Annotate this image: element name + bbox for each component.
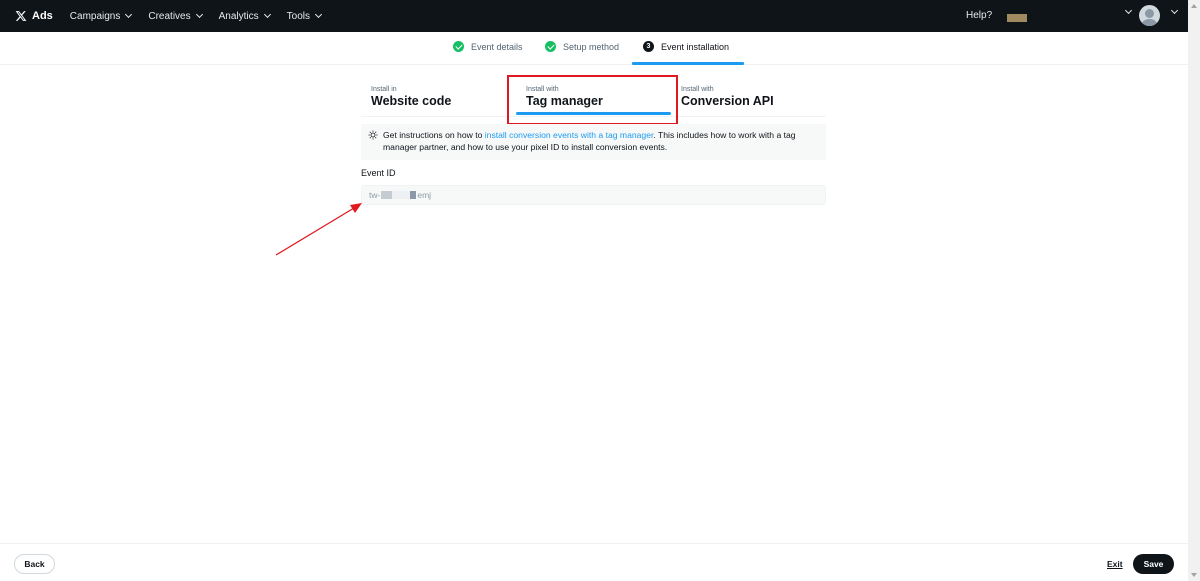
redacted-block [392, 191, 411, 199]
account-switcher-chevron-icon[interactable] [1124, 6, 1133, 15]
event-id-suffix: emj [417, 190, 432, 200]
tab-conversion-api[interactable]: Install with Conversion API [681, 86, 774, 108]
event-id-prefix: tw- [369, 190, 381, 200]
annotation-highlight-box [507, 75, 678, 125]
check-circle-icon [453, 41, 464, 52]
footer-bar: Back Exit Save [0, 543, 1188, 581]
nav-tools[interactable]: Tools [286, 10, 323, 22]
nav-creatives[interactable]: Creatives [148, 10, 203, 22]
step-number-badge: 3 [643, 41, 654, 52]
step-event-details[interactable]: Event details [453, 41, 523, 52]
save-button[interactable]: Save [1133, 554, 1174, 574]
scroll-up-arrow-icon[interactable] [1191, 4, 1197, 8]
nav-creatives-label: Creatives [148, 10, 191, 22]
avatar-body-icon [1142, 19, 1157, 26]
event-id-label: Event ID [361, 168, 396, 178]
tab-title: Conversion API [681, 94, 774, 108]
step-label: Event details [471, 41, 523, 52]
chevron-down-icon [263, 10, 271, 19]
tag-manager-instructions-link[interactable]: install conversion events with a tag man… [485, 130, 654, 140]
step-setup-method[interactable]: Setup method [545, 41, 619, 52]
redacted-block [410, 191, 417, 199]
profile-menu-chevron-icon[interactable] [1170, 6, 1179, 15]
check-circle-icon [545, 41, 556, 52]
top-nav: Ads Campaigns Creatives Analytics Tools … [0, 0, 1188, 32]
tab-subtitle: Install in [371, 86, 397, 93]
x-logo-icon [15, 11, 27, 21]
active-step-indicator [632, 62, 744, 65]
brand-text: Ads [32, 10, 53, 22]
tab-website-code[interactable]: Install in Website code [371, 86, 451, 108]
vertical-scrollbar[interactable] [1188, 0, 1200, 581]
tab-subtitle: Install with [681, 86, 714, 93]
progress-stepper: Event details Setup method 3 Event insta… [0, 32, 1188, 65]
nav-tools-label: Tools [286, 10, 310, 22]
chevron-down-icon [314, 10, 323, 19]
avatar-head-icon [1145, 9, 1154, 18]
scroll-down-arrow-icon[interactable] [1191, 573, 1197, 577]
nav-campaigns-label: Campaigns [69, 10, 121, 22]
account-name-redacted [1007, 14, 1027, 22]
tab-title: Website code [371, 94, 452, 108]
chevron-down-icon [125, 10, 133, 19]
step-label: Event installation [661, 41, 730, 52]
nav-analytics[interactable]: Analytics [218, 10, 271, 22]
info-text-prefix: Get instructions on how to [383, 130, 485, 140]
step-event-installation[interactable]: 3 Event installation [643, 41, 729, 52]
nav-analytics-label: Analytics [218, 10, 259, 22]
step-label: Setup method [563, 41, 620, 52]
annotation-arrow-icon [275, 203, 362, 256]
redacted-block [381, 191, 393, 199]
back-button[interactable]: Back [14, 554, 55, 574]
lightbulb-icon [368, 130, 378, 140]
info-banner: Get instructions on how to install conve… [361, 124, 826, 160]
event-id-field[interactable]: tw- emj [361, 185, 826, 205]
brand-logo[interactable]: Ads [15, 10, 53, 22]
help-link[interactable]: Help? [966, 10, 992, 21]
avatar[interactable] [1139, 5, 1160, 26]
nav-campaigns[interactable]: Campaigns [69, 10, 133, 22]
exit-link[interactable]: Exit [1107, 559, 1123, 569]
chevron-down-icon [195, 10, 203, 19]
